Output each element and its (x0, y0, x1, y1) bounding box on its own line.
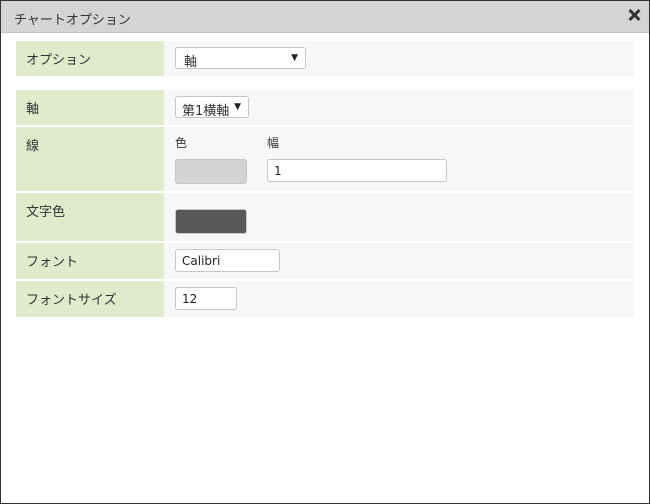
line-label-cell: 線 (16, 127, 164, 191)
axis-select[interactable]: 第1横軸 ▼ (175, 96, 249, 119)
font-size-label: フォントサイズ (26, 293, 117, 308)
dialog-title: チャートオプション (14, 13, 131, 28)
axis-row: 軸 第1横軸 ▼ (16, 90, 634, 125)
dialog-titlebar: チャートオプション (1, 1, 649, 33)
font-label-cell: フォント (16, 243, 164, 279)
option-label: オプション (26, 53, 92, 68)
font-size-row: フォントサイズ (16, 281, 634, 317)
option-select[interactable]: 軸 ▼ (175, 47, 306, 70)
font-input[interactable] (175, 249, 280, 272)
axis-label-cell: 軸 (16, 90, 164, 125)
chevron-down-icon: ▼ (234, 102, 241, 112)
chevron-down-icon: ▼ (291, 53, 298, 63)
option-label-cell: オプション (16, 41, 164, 76)
font-row: フォント (16, 243, 634, 279)
axis-select-value: 第1横軸 (182, 104, 230, 119)
text-color-row: 文字色 (16, 193, 634, 241)
text-color-label: 文字色 (26, 205, 66, 220)
line-color-swatch[interactable] (175, 159, 247, 184)
line-color-label: 色 (175, 136, 188, 150)
axis-label: 軸 (26, 102, 40, 117)
line-row: 線 色 幅 (16, 127, 634, 191)
text-color-label-cell: 文字色 (16, 193, 164, 241)
chart-options-dialog: チャートオプション オプション 軸 ▼ 軸 第1横軸 ▼ 線 色 幅 1 文字色… (0, 0, 650, 504)
line-label: 線 (26, 139, 40, 154)
font-size-input[interactable] (175, 287, 237, 310)
line-width-input[interactable] (267, 159, 447, 182)
option-select-value: 軸 (184, 55, 198, 70)
line-width-label: 幅 (267, 136, 280, 150)
font-size-label-cell: フォントサイズ (16, 281, 164, 317)
close-icon[interactable] (627, 8, 641, 22)
option-row: オプション 軸 ▼ (16, 41, 634, 76)
text-color-swatch[interactable] (175, 209, 247, 234)
font-label: フォント (26, 255, 79, 270)
